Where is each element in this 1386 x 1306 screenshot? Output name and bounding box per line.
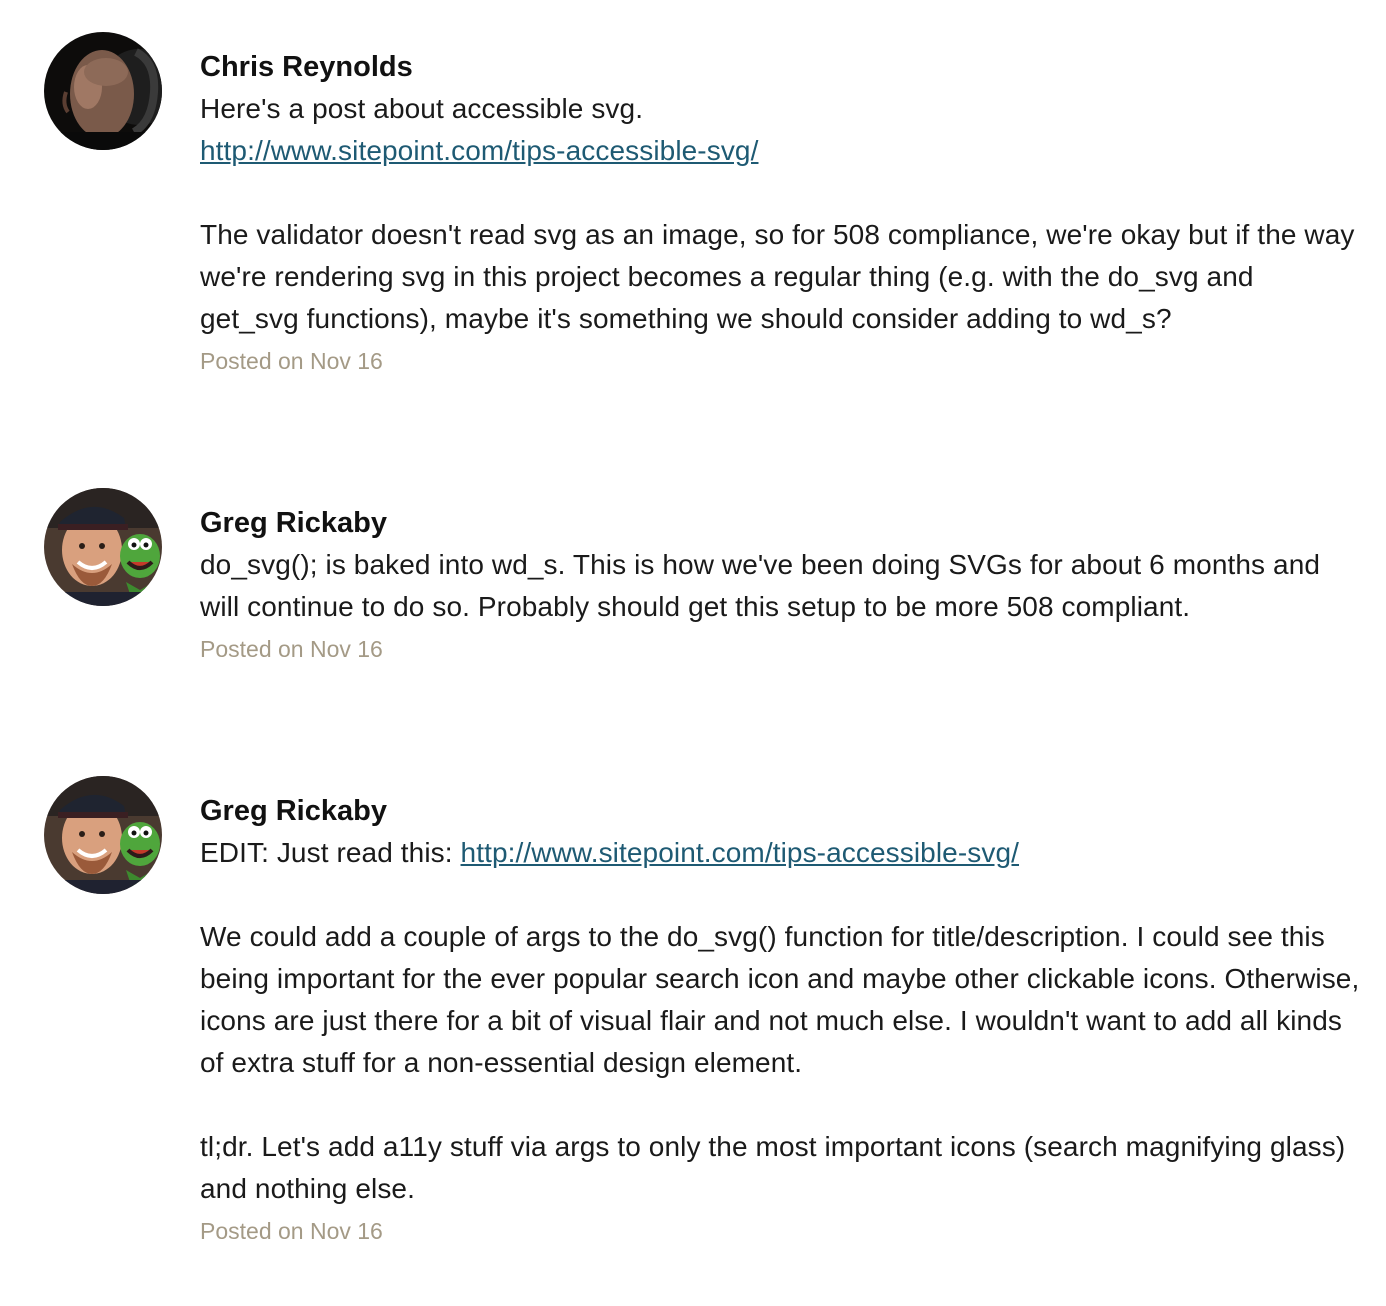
- avatar-icon[interactable]: [44, 776, 162, 894]
- comment-paragraph: tl;dr. Let's add a11y stuff via args to …: [200, 1131, 1346, 1204]
- comment-author[interactable]: Greg Rickaby: [200, 790, 1360, 832]
- comment-text: EDIT: Just read this:: [200, 837, 461, 868]
- comment-author[interactable]: Chris Reynolds: [200, 46, 1360, 88]
- comment-text: Here's a post about accessible svg.: [200, 93, 644, 124]
- comment-paragraph: do_svg(); is baked into wd_s. This is ho…: [200, 549, 1321, 622]
- comment-date: Posted on Nov 16: [200, 348, 383, 374]
- comment-paragraph: We could add a couple of args to the do_…: [200, 921, 1360, 1078]
- comment-link[interactable]: http://www.sitepoint.com/tips-accessible…: [461, 837, 1019, 868]
- comment-author[interactable]: Greg Rickaby: [200, 502, 1360, 544]
- comment-date: Posted on Nov 16: [200, 636, 383, 662]
- comment-paragraph: The validator doesn't read svg as an ima…: [200, 219, 1355, 334]
- comment-link[interactable]: http://www.sitepoint.com/tips-accessible…: [200, 135, 758, 166]
- comment-paragraph: Here's a post about accessible svg. http…: [200, 88, 1360, 172]
- comment-paragraph: EDIT: Just read this: http://www.sitepoi…: [200, 832, 1360, 874]
- avatar-icon[interactable]: [44, 488, 162, 606]
- avatar-icon[interactable]: [44, 32, 162, 150]
- comment-date: Posted on Nov 16: [200, 1218, 383, 1244]
